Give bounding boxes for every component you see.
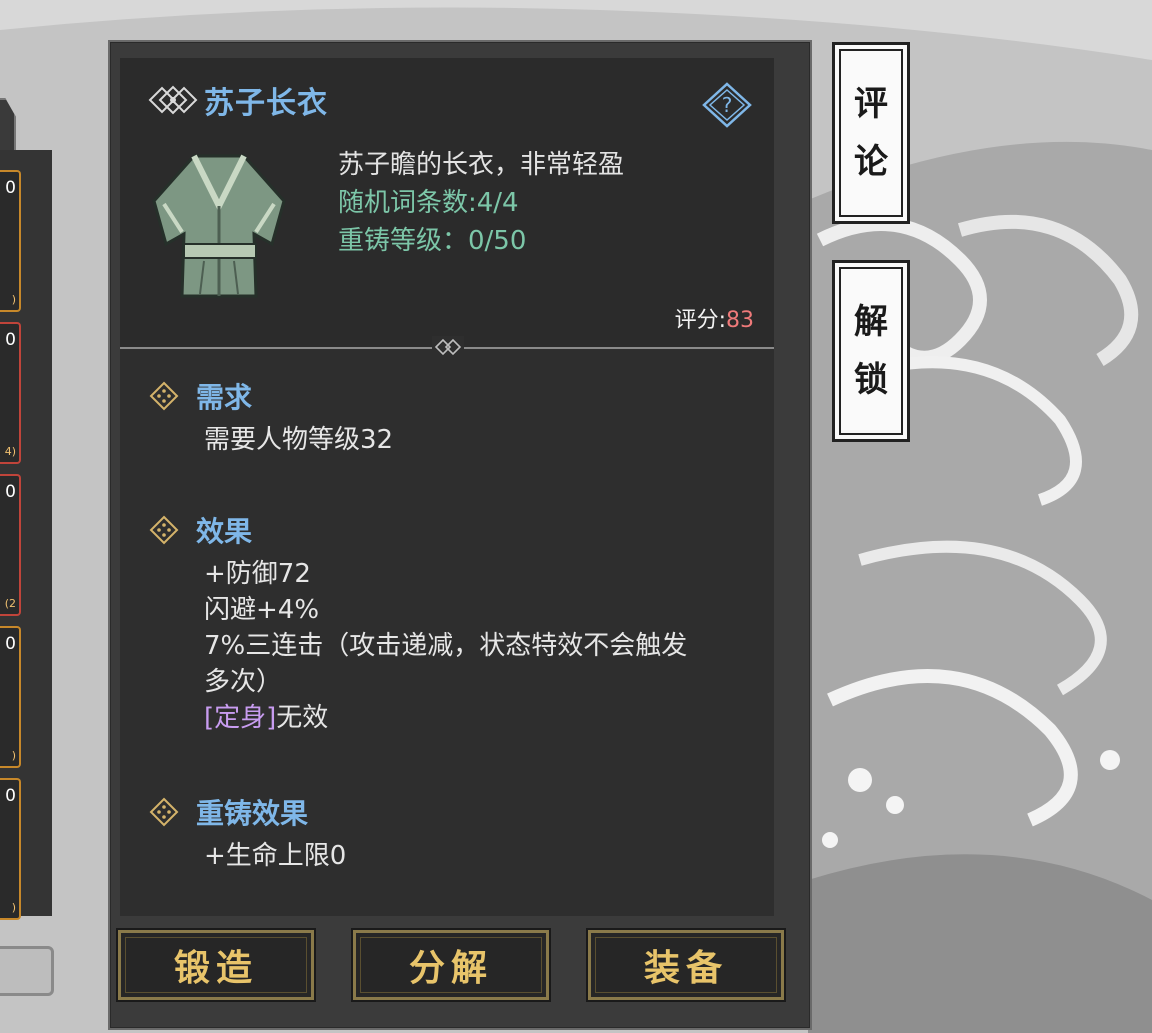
unlock-tab-char: 解 [854, 302, 888, 342]
slot-count: 0 [5, 178, 16, 198]
reforge-effects-title: 重铸效果 [196, 797, 309, 830]
diamond-ornament-icon [148, 85, 198, 115]
svg-text:?: ? [722, 93, 733, 117]
slot-tag: (2 [4, 597, 16, 610]
left-panel-button[interactable] [0, 946, 54, 996]
slot-count: 0 [5, 482, 16, 502]
status-tag: [定身] [204, 703, 277, 733]
inventory-slot[interactable]: 0 (2 [0, 474, 21, 616]
item-header: 苏子长衣 ? 苏子瞻的长衣，非常轻盈 随机词条数:4/4 重铸等级：0/50 评… [120, 58, 774, 348]
effect-line: 闪避+4% [204, 595, 320, 625]
help-icon[interactable]: ? [702, 82, 752, 128]
requirement-section: 需求 需要人物等级32 [148, 376, 393, 458]
effect-line: [定身]无效 [204, 700, 687, 736]
item-name: 苏子长衣 [204, 86, 328, 121]
bullet-diamond-icon [149, 381, 179, 411]
comment-tab[interactable]: 评 论 [832, 42, 910, 224]
dismantle-button[interactable]: 分解 [351, 928, 551, 1002]
score-value: 83 [726, 308, 754, 333]
slot-tag: ) [11, 901, 16, 914]
bullet-diamond-icon [149, 797, 179, 827]
item-score: 评分:83 [675, 302, 754, 334]
inventory-slot[interactable]: 0 4) [0, 322, 21, 464]
inventory-slot[interactable]: 0 ) [0, 170, 21, 312]
reforge-level: 重铸等级：0/50 [338, 226, 527, 256]
robe-item-image [152, 154, 286, 298]
reforge-effect-line: +生命上限0 [204, 841, 347, 871]
slot-tag: ) [11, 293, 16, 306]
effect-line: 多次） [204, 667, 283, 697]
forge-button[interactable]: 锻造 [116, 928, 316, 1002]
equip-button[interactable]: 装备 [586, 928, 786, 1002]
score-label: 评分: [674, 308, 726, 333]
item-card: 苏子长衣 ? 苏子瞻的长衣，非常轻盈 随机词条数:4/4 重铸等级：0/50 评… [120, 58, 774, 916]
bullet-diamond-icon [149, 515, 179, 545]
inventory-list: 0 ) 0 4) 0 (2 0 ) 0 ) [0, 150, 52, 920]
comment-tab-char: 评 [854, 84, 888, 124]
inventory-slot[interactable]: 0 ) [0, 626, 21, 768]
item-description-block: 苏子瞻的长衣，非常轻盈 随机词条数:4/4 重铸等级：0/50 [338, 146, 624, 260]
inventory-slot[interactable]: 0 ) [0, 778, 21, 920]
divider-ornament-icon [432, 336, 464, 358]
slot-count: 0 [5, 330, 16, 350]
slot-count: 0 [5, 634, 16, 654]
slot-tag: 4) [4, 445, 16, 458]
unlock-tab-char: 锁 [854, 360, 888, 400]
slot-tag: ) [11, 749, 16, 762]
requirement-title: 需求 [196, 381, 253, 414]
reforge-effects-section: 重铸效果 +生命上限0 [148, 792, 346, 874]
random-affix-count: 随机词条数:4/4 [338, 188, 519, 218]
effects-section: 效果 +防御72 闪避+4% 7%三连击（攻击递减，状态特效不会触发 多次） [… [148, 510, 687, 736]
effect-line: +防御72 [204, 559, 311, 589]
requirement-level: 需要人物等级32 [204, 425, 394, 455]
slot-count: 0 [5, 786, 16, 806]
status-text: 无效 [276, 703, 329, 733]
comment-tab-char: 论 [854, 142, 888, 182]
unlock-tab[interactable]: 解 锁 [832, 260, 910, 442]
item-description: 苏子瞻的长衣，非常轻盈 [338, 150, 625, 180]
effects-title: 效果 [196, 515, 253, 548]
effect-line: 7%三连击（攻击递减，状态特效不会触发 [204, 631, 688, 661]
